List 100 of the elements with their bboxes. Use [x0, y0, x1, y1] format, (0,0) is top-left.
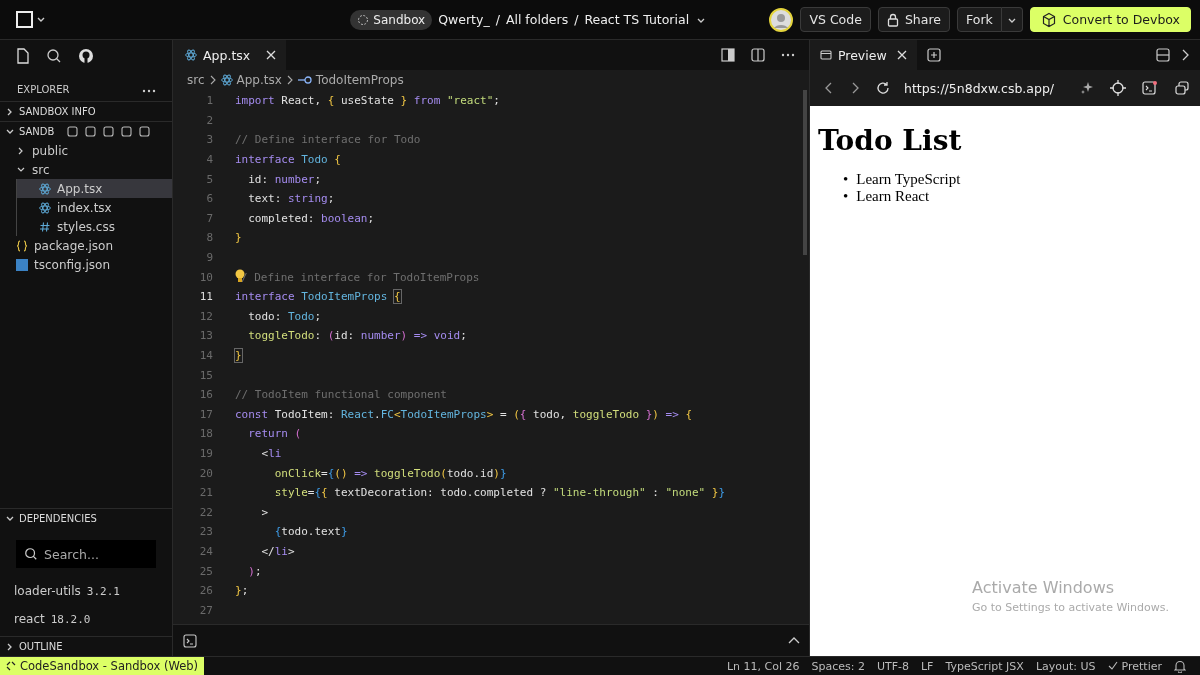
fork-dropdown-button[interactable] [1001, 7, 1023, 32]
tree-item[interactable]: App.tsx [16, 179, 172, 198]
atom-icon [39, 201, 51, 214]
line-number: 8 [205, 231, 213, 245]
share-button[interactable]: Share [877, 7, 950, 32]
close-icon[interactable] [266, 50, 277, 60]
terminal-icon[interactable] [183, 633, 197, 648]
code-line: // TodoItem functional component [235, 388, 447, 402]
tree-item[interactable]: tsconfig.json [0, 255, 172, 274]
breadcrumb-item[interactable]: React TS Tutorial [584, 12, 690, 27]
layout-icon[interactable] [1156, 48, 1170, 62]
page-heading: Todo List [818, 124, 963, 157]
line-number: 20 [198, 466, 213, 480]
convert-button[interactable]: Convert to Devbox [1029, 7, 1191, 32]
status-item[interactable]: Spaces: 2 [811, 659, 865, 673]
code-line: interface TodoItemProps { [235, 290, 401, 304]
breadcrumb-item[interactable]: App.tsx [236, 73, 282, 87]
status-item[interactable]: Ln 11, Col 26 [726, 659, 800, 673]
code-line: }; [235, 584, 249, 598]
status-item[interactable]: TypeScript JSX [945, 659, 1024, 673]
search-icon[interactable] [46, 48, 62, 64]
more-icon[interactable] [781, 53, 795, 57]
preview-tab[interactable]: Preview [810, 40, 917, 70]
code-line: text: string; [247, 192, 335, 206]
section-header[interactable]: SANDB [0, 121, 172, 141]
sparkle-icon[interactable] [1080, 81, 1094, 95]
status-item[interactable]: UTF-8 [876, 659, 909, 673]
avatar[interactable] [769, 7, 794, 32]
windows-icon[interactable] [1174, 80, 1190, 96]
section-header[interactable]: SANDBOX INFO [0, 101, 172, 121]
list-item[interactable]: Learn TypeScript [856, 171, 961, 188]
forward-icon[interactable] [850, 81, 860, 95]
code-line: // Define interface for Todo [235, 133, 421, 147]
code-line: } [235, 231, 242, 245]
line-number: 23 [198, 525, 213, 539]
tree-item[interactable]: styles.css [16, 217, 172, 236]
section-header[interactable]: DEPENDENCIES [0, 508, 172, 528]
interface-icon [297, 76, 312, 84]
atom-icon [185, 49, 197, 61]
line-number: 10 [198, 270, 213, 284]
split-editor-icon[interactable] [751, 48, 765, 62]
line-number: 6 [205, 192, 213, 206]
tree-item[interactable]: index.tsx [16, 198, 172, 217]
code-line: } [235, 349, 242, 362]
line-number: 11 [198, 290, 213, 304]
window-icon [820, 49, 832, 61]
chevron-icon [285, 75, 294, 85]
bell-icon[interactable] [1174, 659, 1186, 673]
line-number: 3 [205, 133, 213, 147]
line-number: 22 [198, 505, 213, 519]
code-line: {todo.text} [273, 525, 348, 539]
line-number: 24 [198, 544, 213, 558]
bullet: • [843, 188, 849, 205]
status-item[interactable]: Layout: US [1035, 659, 1096, 673]
code-line: > [260, 505, 269, 519]
tree-item[interactable]: src [0, 160, 172, 179]
line-number: 12 [198, 309, 213, 323]
vs-code-button[interactable]: VS Code [800, 7, 871, 32]
braces-icon [16, 239, 28, 252]
file-type-icon [16, 258, 28, 271]
line-number: 27 [198, 603, 213, 617]
dependency-name: loader-utils [14, 584, 81, 598]
sandbox-badge: Sandbox [350, 9, 433, 30]
line-number: 19 [198, 447, 213, 460]
panel-toggle-icon[interactable] [721, 48, 735, 62]
fork-button[interactable]: Fork [957, 7, 1002, 32]
back-icon[interactable] [824, 81, 834, 95]
chevron-right-icon[interactable] [1180, 48, 1190, 62]
breadcrumb-item[interactable]: src [187, 73, 205, 87]
status-item[interactable]: Prettier [1107, 659, 1162, 673]
remote-indicator[interactable]: CodeSandbox - Sandbox (Web) [0, 657, 205, 675]
tree-item[interactable]: package.json [0, 236, 172, 255]
line-number: 25 [198, 564, 213, 578]
line-number: 13 [198, 329, 213, 343]
crosshair-icon[interactable] [1110, 80, 1126, 96]
dependency-version: 18.2.0 [50, 612, 91, 626]
files-icon[interactable] [16, 48, 30, 64]
bullet: • [843, 171, 849, 188]
breadcrumb-item[interactable]: TodoItemProps [315, 73, 404, 87]
console-icon[interactable] [1142, 80, 1158, 96]
list-item[interactable]: Learn React [856, 188, 930, 205]
breadcrumb-item[interactable]: Qwerty_ [438, 12, 490, 27]
editor-tab[interactable]: App.tsx [173, 40, 287, 70]
status-item[interactable]: LF [921, 659, 934, 673]
line-number: 1 [205, 94, 213, 108]
dependency-name: react [14, 612, 45, 626]
breadcrumb-item: / [574, 12, 579, 27]
line-number: 4 [205, 153, 213, 167]
add-tab-icon[interactable] [926, 48, 941, 62]
code-line: todo: Todo; [247, 309, 322, 323]
chevron-icon [208, 75, 217, 85]
url-field[interactable]: https://5n8dxw.csb.app/ [904, 80, 1064, 96]
search-field[interactable]: Search... [16, 540, 156, 568]
chevron-up-icon[interactable] [787, 635, 801, 646]
tree-item[interactable]: public [0, 141, 172, 160]
code-line: completed: boolean; [247, 211, 375, 225]
breadcrumb-item[interactable]: All folders [505, 12, 569, 27]
line-number: 9 [205, 251, 213, 265]
code-line: </li> [260, 544, 295, 558]
close-icon[interactable] [896, 50, 907, 60]
